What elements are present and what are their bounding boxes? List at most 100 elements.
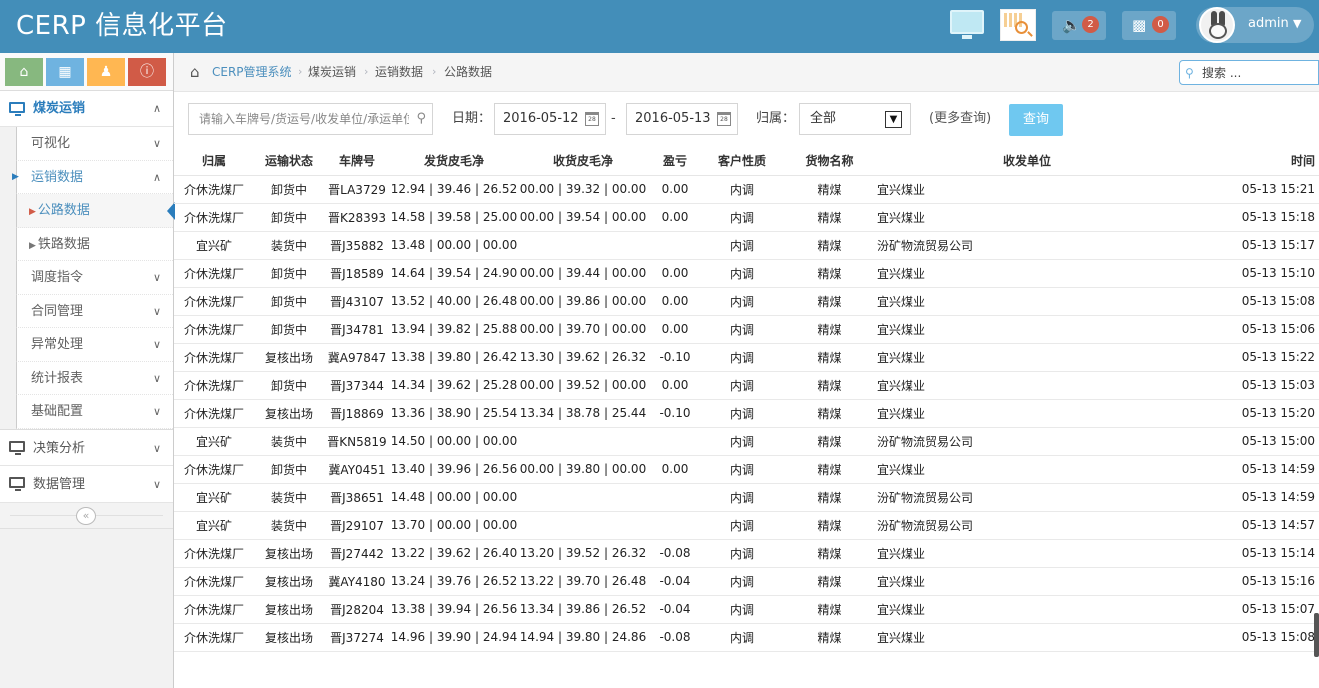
- sidebar-subitem-dispatch[interactable]: 调度指令 ∨: [16, 261, 173, 295]
- col-profit-loss-cell: -0.08: [648, 623, 702, 652]
- col-time-cell: 05-13 15:22: [1177, 343, 1319, 372]
- col-time-cell: 05-13 14:59: [1177, 455, 1319, 484]
- table-row[interactable]: 介休洗煤厂 卸货中 晋J18589 14.64 | 39.54 | 24.90 00.0…: [174, 259, 1319, 288]
- breadcrumb-item-coal[interactable]: 煤炭运销: [308, 53, 356, 91]
- col-transport-status-cell: 复核出场: [254, 539, 324, 568]
- col-time-cell: 05-13 15:00: [1177, 427, 1319, 456]
- search-icon: ⚲: [416, 111, 426, 126]
- col-transport-status-cell: 复核出场: [254, 595, 324, 624]
- home-icon[interactable]: ⌂: [5, 58, 43, 86]
- report-search-icon[interactable]: [1000, 9, 1036, 41]
- more-query-link[interactable]: (更多查询): [929, 103, 991, 135]
- messages-button[interactable]: ▩ 0: [1122, 11, 1176, 40]
- user-icon[interactable]: ♟: [87, 58, 125, 86]
- table-row[interactable]: 宜兴矿 装货中 晋J35882 13.48 | 00.00 | 00.00 内调 精煤 汾矿…: [174, 231, 1319, 260]
- table-row[interactable]: 宜兴矿 装货中 晋J38651 14.48 | 00.00 | 00.00 内调 精煤 汾矿…: [174, 483, 1319, 512]
- nav-search-input[interactable]: ⚲ 搜索 ...: [1179, 60, 1319, 85]
- table-row[interactable]: 介休洗煤厂 复核出场 冀AY4180 13.24 | 39.76 | 26.52 13.…: [174, 567, 1319, 596]
- col-ship-weights-cell: 14.64 | 39.54 | 24.90: [390, 259, 518, 288]
- col-owner-cell: 介休洗煤厂: [174, 567, 254, 596]
- date-to-input[interactable]: 2016-05-13 28: [626, 103, 738, 135]
- table-row[interactable]: 介休洗煤厂 复核出场 晋J27442 13.22 | 39.62 | 26.40 13.…: [174, 539, 1319, 568]
- user-menu[interactable]: admin ▼: [1196, 7, 1314, 43]
- col-receive-weights-cell: 00.00 | 39.86 | 00.00: [518, 287, 648, 316]
- col-counterparty-cell: 宜兴煤业: [877, 623, 1177, 652]
- owner-select[interactable]: 全部 ▼: [799, 103, 911, 135]
- col-plate-cell: 冀AY4180: [324, 567, 390, 596]
- table-row[interactable]: 介休洗煤厂 卸货中 晋J43107 13.52 | 40.00 | 26.48 00.0…: [174, 287, 1319, 316]
- breadcrumb-item-sales-data[interactable]: 运销数据: [375, 53, 423, 91]
- table-row[interactable]: 介休洗煤厂 复核出场 晋J18869 13.36 | 38.90 | 25.54 13.…: [174, 399, 1319, 428]
- col-time-cell: 05-13 15:03: [1177, 371, 1319, 400]
- col-time-cell: 05-13 15:10: [1177, 259, 1319, 288]
- caret-right-icon: ▶: [29, 240, 36, 251]
- col-ship-weights-cell: 13.94 | 39.82 | 25.88: [390, 315, 518, 344]
- col-profit-loss-cell: -0.10: [648, 399, 702, 428]
- col-receive-weights-cell: [518, 231, 648, 260]
- calendar-icon[interactable]: 28: [717, 112, 731, 126]
- col-transport-status-cell: 卸货中: [254, 175, 324, 204]
- scrollbar-thumb[interactable]: [1314, 613, 1319, 657]
- sidebar-item-decision-analysis[interactable]: 决策分析 ∨: [0, 428, 173, 466]
- sidebar-subitem-visualization[interactable]: 可视化 ∨: [16, 127, 173, 161]
- dropdown-arrow-icon[interactable]: ▼: [885, 111, 902, 128]
- monitor-icon: [9, 102, 25, 116]
- col-plate-cell: 晋J29107: [324, 511, 390, 540]
- table-row[interactable]: 宜兴矿 装货中 晋KN5819 14.50 | 00.00 | 00.00 内调 精煤 汾矿…: [174, 427, 1319, 456]
- col-owner-cell: 介休洗煤厂: [174, 371, 254, 400]
- sidebar-subitem-sales-data[interactable]: ▶ 运销数据 ∧: [12, 160, 173, 194]
- sidebar-item-coal-sales[interactable]: 煤炭运销 ∧: [0, 91, 173, 127]
- table-row[interactable]: 介休洗煤厂 卸货中 晋K28393 14.58 | 39.58 | 25.00 00.0…: [174, 203, 1319, 232]
- caret-right-icon: ▶: [29, 207, 36, 217]
- monitor-icon[interactable]: [948, 9, 986, 41]
- col-ship-weights-cell: 13.22 | 39.62 | 26.40: [390, 539, 518, 568]
- col-time-cell: 05-13 14:57: [1177, 511, 1319, 540]
- keyword-search-input[interactable]: 请输入车牌号/货运号/收发单位/承运单位... ⚲: [188, 103, 433, 135]
- date-separator: -: [611, 111, 616, 126]
- chevron-down-icon: ∨: [152, 137, 161, 150]
- col-transport-status-cell: 卸货中: [254, 259, 324, 288]
- monitor-icon: [9, 476, 25, 491]
- sidebar-subitem-reports[interactable]: 统计报表 ∨: [16, 361, 173, 395]
- table-row[interactable]: 介休洗煤厂 复核出场 晋J37274 14.96 | 39.90 | 24.94 14.…: [174, 623, 1319, 652]
- sidebar-item-data-management[interactable]: 数据管理 ∨: [0, 465, 173, 503]
- table-row[interactable]: 介休洗煤厂 卸货中 晋LA3729 12.94 | 39.46 | 26.52 00.0…: [174, 175, 1319, 204]
- sidebar-subitem-road-data[interactable]: ▶ 公路数据: [16, 194, 175, 228]
- double-chevron-left-icon[interactable]: «: [76, 506, 96, 525]
- calendar-icon[interactable]: 28: [585, 112, 599, 126]
- table-row[interactable]: 介休洗煤厂 卸货中 晋J34781 13.94 | 39.82 | 25.88 00.0…: [174, 315, 1319, 344]
- home-icon[interactable]: ⌂: [190, 53, 200, 91]
- col-owner-cell: 介休洗煤厂: [174, 623, 254, 652]
- notifications-button[interactable]: 🔈 2: [1052, 11, 1106, 40]
- col-counterparty-cell: 汾矿物流贸易公司: [877, 483, 1177, 512]
- col-time-header: 时间: [1177, 146, 1319, 176]
- col-plate-cell: 冀AY0451: [324, 455, 390, 484]
- info-icon[interactable]: ⓘ: [128, 58, 166, 86]
- table-row[interactable]: 介休洗煤厂 复核出场 晋J28204 13.38 | 39.94 | 26.56 13.…: [174, 595, 1319, 624]
- sidebar-subitem-base-config[interactable]: 基础配置 ∨: [16, 395, 173, 429]
- table-row[interactable]: 介休洗煤厂 卸货中 晋J37344 14.34 | 39.62 | 25.28 00.0…: [174, 371, 1319, 400]
- col-counterparty-cell: 汾矿物流贸易公司: [877, 427, 1177, 456]
- chevron-down-icon: ∨: [152, 371, 161, 385]
- sidebar-subitem-rail-data[interactable]: ▶ 铁路数据: [16, 227, 173, 261]
- col-transport-status-header: 运输状态: [254, 146, 324, 176]
- breadcrumb-item-cerp[interactable]: CERP管理系统: [212, 53, 292, 91]
- sidebar-shortcuts: ⌂ ▦ ♟ ⓘ: [0, 53, 173, 91]
- col-counterparty-cell: 宜兴煤业: [877, 455, 1177, 484]
- query-button[interactable]: 查询: [1009, 104, 1063, 136]
- table-row[interactable]: 介休洗煤厂 卸货中 冀AY0451 13.40 | 39.96 | 26.56 00.0…: [174, 455, 1319, 484]
- col-ship-weights-cell: 13.40 | 39.96 | 26.56: [390, 455, 518, 484]
- col-transport-status-cell: 卸货中: [254, 287, 324, 316]
- sidebar-subitem-contracts[interactable]: 合同管理 ∨: [16, 294, 173, 328]
- sidebar-subitem-exceptions[interactable]: 异常处理 ∨: [16, 328, 173, 362]
- calendar-icon[interactable]: ▦: [46, 58, 84, 86]
- col-transport-status-cell: 装货中: [254, 427, 324, 456]
- chevron-up-icon: ∧: [152, 170, 161, 184]
- table-row[interactable]: 宜兴矿 装货中 晋J29107 13.70 | 00.00 | 00.00 内调 精煤 汾矿…: [174, 511, 1319, 540]
- col-owner-cell: 介休洗煤厂: [174, 399, 254, 428]
- col-transport-status-cell: 装货中: [254, 483, 324, 512]
- date-from-input[interactable]: 2016-05-12 28: [494, 103, 606, 135]
- table-row[interactable]: 介休洗煤厂 复核出场 冀A97847 13.38 | 39.80 | 26.42 13.…: [174, 343, 1319, 372]
- col-goods-name-cell: 精煤: [782, 287, 877, 316]
- brand-title[interactable]: CERP 信息化平台: [16, 8, 228, 44]
